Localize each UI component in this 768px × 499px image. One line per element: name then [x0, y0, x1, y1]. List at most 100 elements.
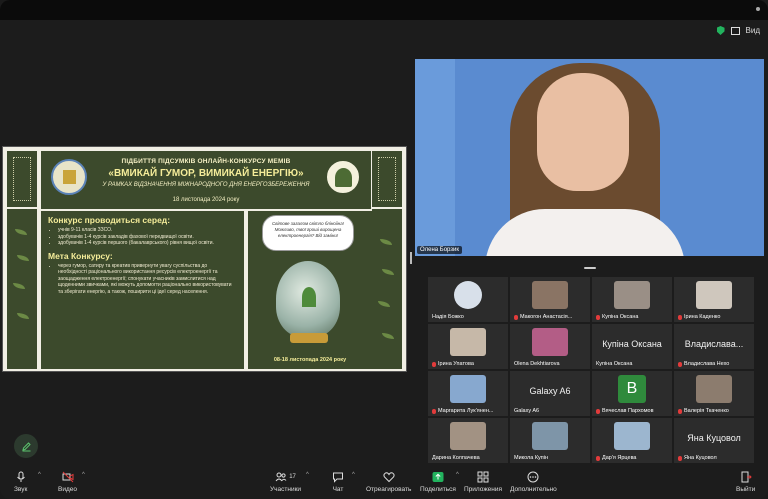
- view-label[interactable]: Вид: [746, 26, 760, 35]
- participant-tile[interactable]: Валерія Ткаченко: [674, 371, 754, 416]
- slide-title-small: ПІДБИТТЯ ПІДСУМКІВ ОНЛАЙН-КОНКУРСУ МЕМІВ: [121, 158, 291, 165]
- participant-display-name: Яна Куцовол: [687, 433, 741, 443]
- speaker-name: Олена Борзик: [417, 246, 463, 254]
- participant-tile[interactable]: Ірина Упатова: [428, 324, 508, 369]
- chat-options-chevron-icon[interactable]: ^: [352, 472, 355, 478]
- audio-button[interactable]: Звук: [14, 471, 27, 493]
- title-strip: [0, 0, 768, 20]
- meeting-toolbar: Звук ^ Видео ^ 17 Участники ^ Чат ^ Отре…: [0, 466, 768, 499]
- participant-tile[interactable]: В Вячеслав Пархомов: [592, 371, 672, 416]
- participant-tile[interactable]: Купіна Оксана: [592, 277, 672, 322]
- section2-title: Мета Конкурсу:: [48, 250, 113, 261]
- microphone-icon: [16, 471, 25, 482]
- share-button[interactable]: Поделиться: [420, 471, 456, 493]
- chat-button[interactable]: Чат: [332, 471, 344, 493]
- participant-name: Макогон Анастасія...: [520, 314, 573, 320]
- gallery-drag-handle[interactable]: [584, 267, 596, 269]
- muted-mic-icon: [678, 361, 682, 367]
- apps-icon: [477, 471, 489, 483]
- participant-name: Микола Купін: [514, 455, 549, 461]
- participant-tile[interactable]: Яна Куцовол Яна Куцовол: [674, 418, 754, 463]
- slide-subtitle: У РАМКАХ ВІДЗНАЧЕННЯ МІЖНАРОДНОГО ДНЯ ЕН…: [102, 182, 310, 188]
- participant-name: Надія Божко: [432, 314, 464, 320]
- participant-name: Валерія Ткаченко: [684, 408, 729, 414]
- participant-name: Купіна Оксана: [602, 314, 639, 320]
- audio-options-chevron-icon[interactable]: ^: [38, 472, 41, 478]
- view-control[interactable]: Вид: [716, 26, 760, 35]
- participant-gallery: Надія Божко Макогон Анастасія... Купіна Ок…: [428, 277, 754, 463]
- poster-date: 08-18 листопада 2024 року: [273, 357, 347, 363]
- participant-name-label: Galaxy A6: [514, 408, 539, 414]
- participant-name-label: Макогон Анастасія...: [514, 314, 572, 320]
- participant-tile[interactable]: Маргарита Лук'янен...: [428, 371, 508, 416]
- chat-label: Чат: [332, 486, 344, 493]
- annotate-button[interactable]: [14, 434, 38, 458]
- apps-button[interactable]: Приложения: [464, 471, 502, 493]
- participant-name: Владислава Нехо: [684, 361, 730, 367]
- share-options-chevron-icon[interactable]: ^: [456, 472, 459, 478]
- section1-list: учнів 9-11 класів ЗЗСО. здобувачів 1-4 к…: [48, 227, 237, 247]
- participants-count: 17: [289, 474, 296, 480]
- split-resize-handle[interactable]: [410, 252, 412, 264]
- window-menu-dot[interactable]: [756, 7, 760, 11]
- participants-icon: [275, 472, 287, 482]
- pencil-icon: [21, 441, 31, 451]
- react-button[interactable]: Отреагировать: [366, 471, 411, 493]
- leaf-icon: [380, 239, 392, 245]
- more-icon: [527, 471, 539, 483]
- participant-tile[interactable]: Дарина Колпачева: [428, 418, 508, 463]
- share-screen-icon: [432, 472, 444, 482]
- participant-name-label: Яна Куцовол: [678, 455, 717, 461]
- chat-icon: [333, 472, 343, 483]
- plant-icon: [302, 287, 316, 307]
- participants-options-chevron-icon[interactable]: ^: [306, 472, 309, 478]
- share-label: Поделиться: [420, 486, 456, 493]
- participant-name-label: Валерія Ткаченко: [678, 408, 729, 414]
- participant-tile[interactable]: Купіна Оксана Купіна Оксана: [592, 324, 672, 369]
- participant-tile[interactable]: Макогон Анастасія...: [510, 277, 590, 322]
- muted-mic-icon: [596, 455, 600, 461]
- meeting-window: Вид ПІДБИТТЯ ПІДСУМКІВ ОНЛАЙН-КОНКУРСУ М…: [0, 0, 768, 499]
- slide-side-right: [372, 209, 402, 369]
- participant-tile[interactable]: Микола Купін: [510, 418, 590, 463]
- video-button[interactable]: Видео: [58, 471, 77, 493]
- slide-date: 18 листопада 2024 року: [172, 197, 240, 203]
- shared-screen-slide: ПІДБИТТЯ ПІДСУМКІВ ОНЛАЙН-КОНКУРСУ МЕМІВ…: [2, 146, 407, 372]
- slide-title-big: «ВМИКАЙ ГУМОР, ВИМИКАЙ ЕНЕРГІЮ»: [108, 168, 304, 179]
- participant-video: [696, 375, 732, 403]
- muted-mic-icon: [678, 408, 682, 414]
- participant-tile[interactable]: Дар'я Ярцева: [592, 418, 672, 463]
- participant-tile[interactable]: Ірина Каденко: [674, 277, 754, 322]
- participant-name: Купіна Оксана: [596, 361, 633, 367]
- participant-name: Маргарита Лук'янен...: [438, 408, 494, 414]
- section1-title: Конкурс проводиться серед:: [48, 215, 171, 225]
- leaf-icon: [15, 229, 27, 235]
- participant-logo-icon: [454, 281, 482, 309]
- participant-name: Вячеслав Пархомов: [602, 408, 654, 414]
- more-label: Дополнительно: [510, 486, 557, 493]
- participant-video: [532, 422, 568, 450]
- leave-button[interactable]: Выйти: [736, 471, 755, 493]
- participant-name-label: Купіна Оксана: [596, 361, 632, 367]
- shield-icon: [716, 26, 725, 35]
- muted-mic-icon: [432, 408, 436, 414]
- video-options-chevron-icon[interactable]: ^: [82, 472, 85, 478]
- apps-label: Приложения: [464, 486, 503, 493]
- muted-mic-icon: [514, 314, 518, 320]
- participant-tile[interactable]: Владислава... Владислава Нехо: [674, 324, 754, 369]
- participant-name: Яна Куцовол: [684, 455, 717, 461]
- participant-tile[interactable]: Galaxy A6 Galaxy A6: [510, 371, 590, 416]
- leaf-icon: [17, 313, 29, 319]
- participant-name-label: Дар'я Ярцева: [596, 455, 637, 461]
- active-speaker-video[interactable]: Олена Борзик: [415, 59, 764, 256]
- participants-button[interactable]: 17 Участники: [270, 471, 301, 493]
- participant-name-label: Вячеслав Пархомов: [596, 408, 654, 414]
- participant-video: [532, 328, 568, 356]
- participant-video: [450, 375, 486, 403]
- participant-tile[interactable]: Надія Божко: [428, 277, 508, 322]
- audio-label: Звук: [14, 486, 28, 493]
- more-button[interactable]: Дополнительно: [510, 471, 557, 493]
- participant-tile[interactable]: Olena Dekhtiarova: [510, 324, 590, 369]
- participant-name-label: Надія Божко: [432, 314, 464, 320]
- participant-video: [450, 422, 486, 450]
